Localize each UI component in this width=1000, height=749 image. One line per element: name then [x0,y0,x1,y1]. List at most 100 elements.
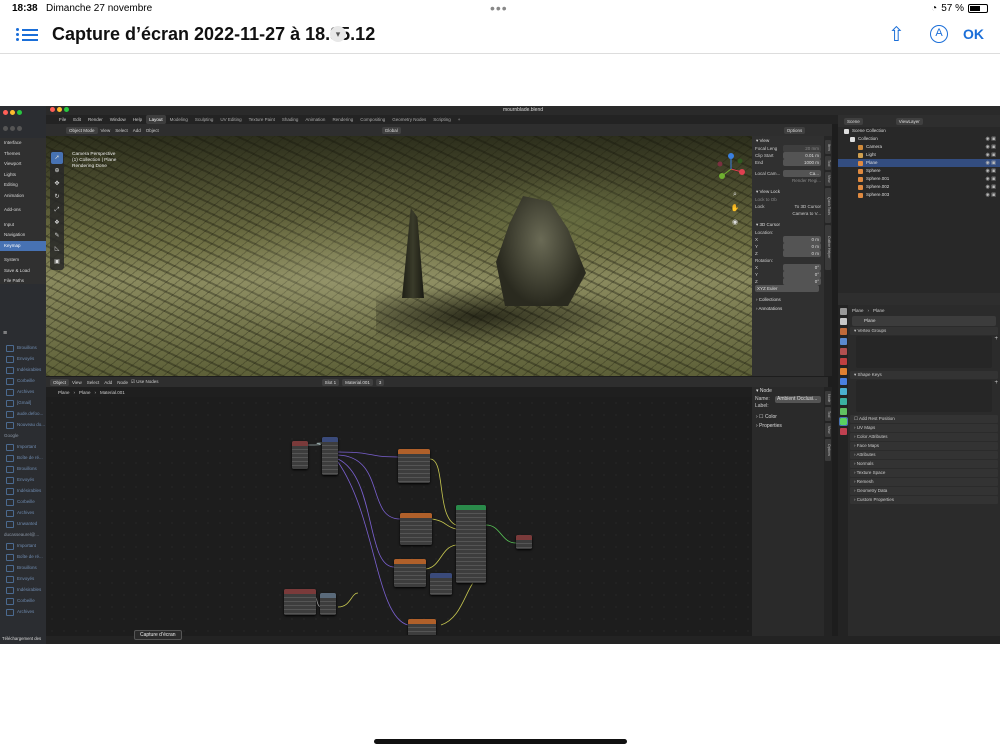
mailbox-item[interactable]: Corbeille [0,496,46,507]
tab-modeling[interactable]: Modeling [167,115,191,124]
pref-item-editing[interactable]: Editing [0,180,46,191]
visibility-eye-icon[interactable]: ◉ ▣ [986,175,996,183]
to-3d-cursor-checkbox[interactable]: To 3D Cursor [794,203,821,210]
prop-section-shape-keys[interactable]: ▾ Shape Keys [850,371,998,379]
mailbox-item[interactable]: aude.defoo... [0,408,46,419]
node-tree-type-select[interactable]: Object [50,378,70,386]
pref-item-add-ons[interactable]: Add-ons [0,205,46,216]
mailbox-item[interactable]: Archives [0,386,46,397]
node-menu-select[interactable]: Select [87,380,100,385]
viewport-menu-select[interactable]: Select [115,128,128,133]
image-texture-node-2[interactable] [400,513,432,545]
outliner-row-sphere-003[interactable]: Sphere.003 ◉ ▣ [838,191,1000,199]
use-nodes-checkbox[interactable]: ☑ Use Nodes [131,379,159,385]
mailbox-item[interactable]: Important [0,540,46,551]
pref-item-system[interactable]: System [0,255,46,266]
mailbox-item[interactable]: Indésirables [0,364,46,375]
tab-shading[interactable]: Shading [279,115,302,124]
mode-select[interactable]: Object Mode [66,126,98,134]
material-tab-icon[interactable] [839,428,847,435]
material-select[interactable]: Material.001 [342,378,373,386]
outliner-row-collection[interactable]: Collection ◉ ▣ [838,135,1000,143]
minimize-icon[interactable] [10,110,15,115]
n-tab-tool[interactable]: Tool [825,156,831,170]
ambient-occlusion-node[interactable] [284,589,316,615]
pref-item-interface[interactable]: Interface [0,138,46,149]
physics-tab-icon[interactable] [839,398,847,405]
minimize-icon[interactable] [57,107,62,112]
menu-help[interactable]: Help [130,115,145,124]
mailbox-item[interactable]: Boîte de ré... [0,551,46,562]
select-tool-icon[interactable]: ➚ [51,152,63,164]
close-icon[interactable] [3,110,8,115]
node-menu-view[interactable]: View [72,380,82,385]
node-name-field[interactable]: Ambient Occlusi... [775,396,821,403]
tool-tab-icon[interactable] [839,308,847,315]
zoom-icon[interactable] [64,107,69,112]
mailbox-item[interactable]: Corbeille [0,595,46,606]
menu-window[interactable]: Window [107,115,129,124]
mail-account-header[interactable]: Google [0,430,46,441]
viewport-menu-add[interactable]: Add [133,128,141,133]
pref-item-keymap[interactable]: Keymap [0,240,46,251]
shader-node-editor[interactable] [46,397,752,635]
image-texture-node-3[interactable] [394,559,426,587]
outliner-row-light[interactable]: Light ◉ ▣ [838,151,1000,159]
prop-section-attributes[interactable]: › Attributes [850,451,998,459]
viewport-menu-object[interactable]: Object [146,128,159,133]
mapping-node[interactable] [322,437,338,475]
add-cube-tool-icon[interactable]: ▣ [51,256,63,268]
mailbox-item[interactable]: Nouveau do... [0,419,46,430]
viewport-menu-view[interactable]: View [101,128,111,133]
mailbox-item[interactable]: Indésirables [0,584,46,595]
camera-to-view-checkbox[interactable]: Camera to V... [792,210,821,217]
visibility-eye-icon[interactable]: ◉ ▣ [986,159,996,167]
material-output-node[interactable] [516,535,532,549]
pref-item-navigation[interactable]: Navigation [0,230,46,241]
rotation-mode-select[interactable]: XYZ Euler [755,285,819,292]
mail-account-header[interactable]: ducasseaurel@... [0,529,46,540]
tab-animation[interactable]: Animation [302,115,328,124]
cursor-location-y-field[interactable]: 0 m [783,243,821,250]
cursor-rotation-x-field[interactable]: 0° [783,264,821,271]
transform-orientation[interactable]: Global [381,126,401,134]
prop-section-face-maps[interactable]: › Face Maps [850,442,998,450]
prop-section-normals[interactable]: › Normals [850,460,998,468]
camera-view-icon[interactable]: ◉ [730,218,740,228]
list-icon[interactable] [16,26,38,44]
prop-section-geometry-data[interactable]: › Geometry Data [850,487,998,495]
output-tab-icon[interactable] [839,328,847,335]
menu-render[interactable]: Render [85,115,106,124]
menu-file[interactable]: File [56,115,69,124]
outliner-row-camera[interactable]: Camera ◉ ▣ [838,143,1000,151]
outliner-row-sphere[interactable]: Sphere ◉ ▣ [838,167,1000,175]
visibility-eye-icon[interactable]: ◉ ▣ [986,183,996,191]
tab-layout[interactable]: Layout [146,115,166,124]
close-icon[interactable] [3,126,8,131]
mailbox-item[interactable]: Boîte de ré... [0,452,46,463]
pref-item-file-paths[interactable]: File Paths [0,276,46,287]
render-tab-icon[interactable] [839,318,847,325]
mailbox-item[interactable]: Brouillons [0,342,46,353]
cursor-location-z-field[interactable]: 0 m [783,250,821,257]
close-icon[interactable] [50,107,55,112]
mailbox-item[interactable]: Indésirables [0,485,46,496]
color-ramp-node[interactable] [320,593,336,615]
cursor-rotation-z-field[interactable]: 0° [783,278,821,285]
node-tab-node[interactable]: Node [825,391,831,405]
add-rest-position-checkbox[interactable]: ☐ Add Rest Position [850,415,998,423]
pref-item-animation[interactable]: Animation [0,191,46,202]
prop-section-custom-properties[interactable]: › Custom Properties [850,496,998,504]
properties-section[interactable]: › Properties [752,422,824,431]
node-tab-view[interactable]: View [825,423,831,437]
n-tab-outline-helper[interactable]: Outline Helper [825,225,831,270]
tab-scripting[interactable]: Scripting [430,115,454,124]
zoom-icon[interactable] [17,110,22,115]
zoom-icon[interactable] [17,126,22,131]
tab-geometry-nodes[interactable]: Geometry Nodes [389,115,429,124]
cursor-rotation-y-field[interactable]: 0° [783,271,821,278]
view-lock-section[interactable]: ▾ View Lock [752,187,824,196]
n-tab-item[interactable]: Item [825,140,831,154]
view-layer-tab-icon[interactable] [839,338,847,345]
slot-select[interactable]: Slot 1 [321,378,340,386]
